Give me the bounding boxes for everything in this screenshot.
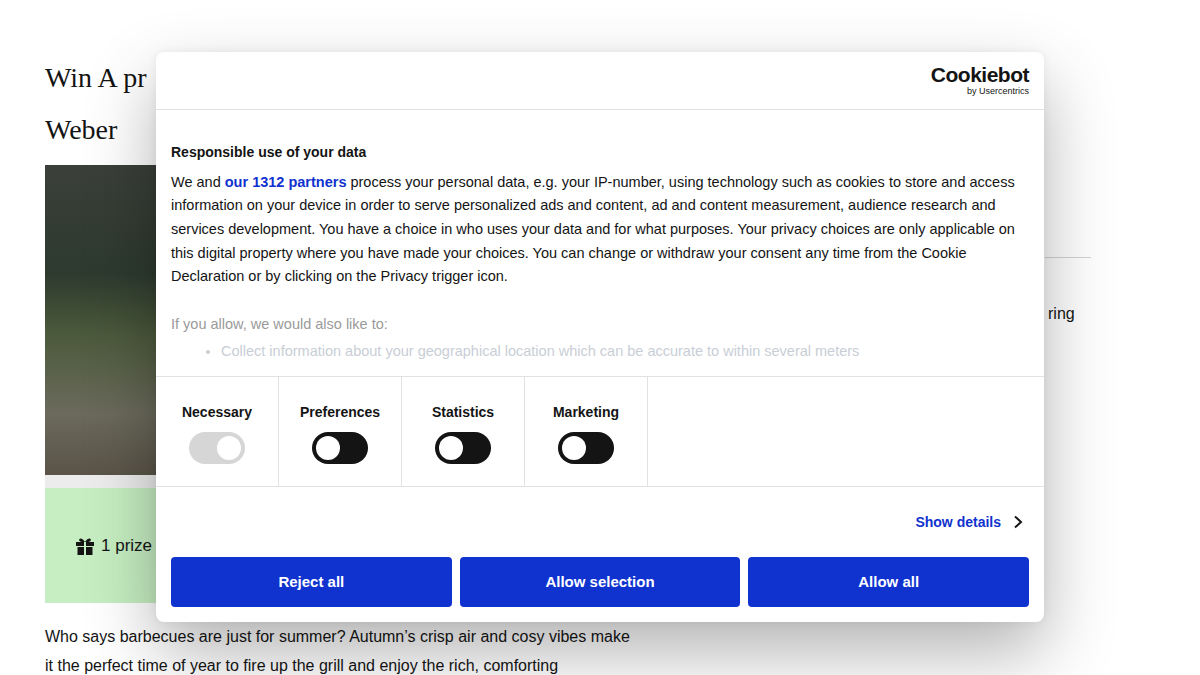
more-list: Collect information about your geographi…: [171, 340, 1029, 363]
dialog-header: Cookiebotby Usercentrics: [156, 52, 1044, 110]
article-intro: Who says barbecues are just for summer? …: [45, 622, 705, 675]
category-cell: Marketing: [525, 377, 648, 487]
article-sidebar: ring: [1045, 0, 1095, 675]
category-cell: Necessary: [156, 377, 279, 487]
category-label: Statistics: [432, 403, 494, 421]
category-toggle[interactable]: [312, 432, 368, 464]
dialog-heading: Responsible use of your data: [171, 142, 1029, 162]
gift-icon: [75, 536, 95, 556]
partners-link[interactable]: our 1312 partners: [225, 174, 347, 190]
prize-count: 1 prize: [101, 533, 152, 559]
more-item: Collect information about your geographi…: [221, 340, 1029, 363]
category-toggle: [189, 432, 245, 464]
category-toggle[interactable]: [558, 432, 614, 464]
sidebar-rule: [1045, 257, 1091, 258]
cookiebot-logo[interactable]: Cookiebotby Usercentrics: [931, 64, 1029, 96]
details-row: Show details: [156, 487, 1044, 557]
logo-name: Cookiebot: [931, 64, 1029, 86]
logo-byline: by Usercentrics: [967, 86, 1029, 96]
more-heading: If you allow, we would also like to:: [171, 313, 1029, 336]
consent-dialog: Cookiebotby Usercentrics Responsible use …: [156, 52, 1044, 622]
toggle-knob: [439, 436, 463, 460]
toggle-knob: [316, 436, 340, 460]
category-cell: Statistics: [402, 377, 525, 487]
text-part: We and: [171, 174, 225, 190]
button-row: Reject allAllow selectionAllow all: [156, 557, 1044, 622]
category-label: Marketing: [553, 403, 619, 421]
category-switch-holder: [189, 432, 245, 464]
text-part: process your personal data, e.g. your IP…: [171, 174, 1015, 284]
allow-selection-button[interactable]: Allow selection: [460, 557, 741, 607]
intro-line: it the perfect time of year to fire up t…: [45, 651, 705, 675]
category-cell: Preferences: [279, 377, 402, 487]
intro-line: Who says barbecues are just for summer? …: [45, 622, 705, 651]
category-row: Necessary Preferences Statistics Marketing: [156, 376, 1044, 488]
category-label: Preferences: [300, 403, 380, 421]
allow-all-button[interactable]: Allow all: [748, 557, 1029, 607]
consent-text: We and our 1312 partners process your pe…: [171, 171, 1029, 289]
toggle-knob: [217, 436, 241, 460]
dialog-body: Responsible use of your data We and our 1…: [156, 110, 1044, 376]
sidebar-text: ring: [1045, 302, 1095, 326]
reject-all-button[interactable]: Reject all: [171, 557, 452, 607]
category-label: Necessary: [182, 403, 252, 421]
category-switch-holder[interactable]: [312, 432, 368, 464]
category-switch-holder[interactable]: [558, 432, 614, 464]
toggle-knob: [562, 436, 586, 460]
chevron-right-icon: [1013, 515, 1023, 529]
show-details-link[interactable]: Show details: [915, 512, 1001, 533]
category-toggle[interactable]: [435, 432, 491, 464]
category-switch-holder[interactable]: [435, 432, 491, 464]
